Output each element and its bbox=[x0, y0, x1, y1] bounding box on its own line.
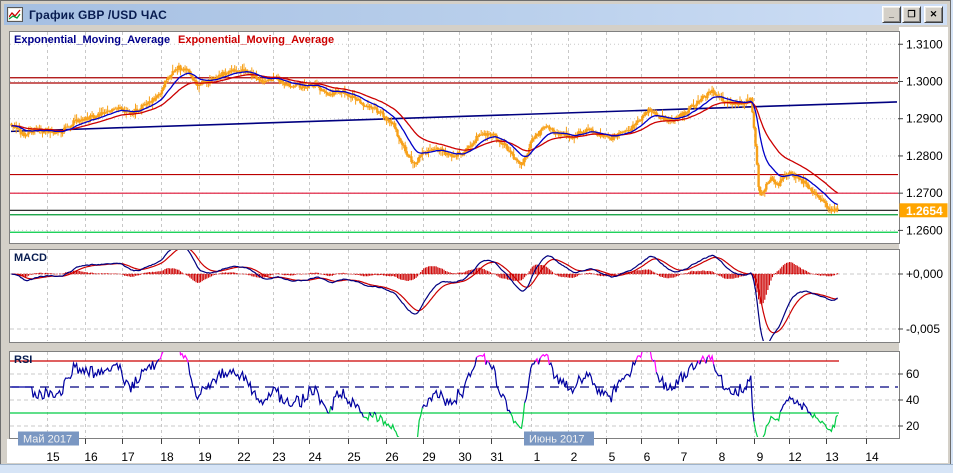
date-axis-label: 12 bbox=[788, 450, 802, 464]
date-axis-label: 17 bbox=[121, 450, 135, 464]
date-axis-label: 24 bbox=[308, 450, 322, 464]
price-axis-label: 1.2700 bbox=[906, 186, 943, 200]
date-axis-label: 25 bbox=[347, 450, 361, 464]
macd-axis-label: -0,005 bbox=[906, 322, 940, 336]
date-axis-label: 2 bbox=[571, 450, 578, 464]
macd-panel-label: MACD bbox=[14, 252, 47, 264]
date-axis-label: 5 bbox=[609, 450, 616, 464]
price-axis-label: 1.3000 bbox=[906, 74, 943, 88]
date-axis-label: 1 bbox=[534, 450, 541, 464]
date-axis-label: 23 bbox=[272, 450, 286, 464]
date-axis-label: 31 bbox=[490, 450, 504, 464]
chart-window[interactable]: 1.3100 1.3000 1.2900 1.2800 1.2700 1.2600 +0,0… bbox=[0, 0, 951, 465]
date-axis-label: 18 bbox=[160, 450, 174, 464]
rsi-axis-label: 20 bbox=[906, 419, 920, 433]
rsi-axis-label: 60 bbox=[906, 367, 920, 381]
date-axis-label: 14 bbox=[865, 450, 879, 464]
legend-ema-red: Exponential_Moving_Average bbox=[178, 34, 334, 46]
price-panel[interactable] bbox=[10, 32, 900, 244]
price-axis-label: 1.2600 bbox=[906, 223, 943, 237]
rsi-panel-label: RSI bbox=[14, 354, 32, 366]
date-axis-label: 7 bbox=[681, 450, 688, 464]
date-axis-label: 29 bbox=[422, 450, 436, 464]
month-label: Май 2017 bbox=[23, 434, 72, 446]
date-axis-label: 19 bbox=[198, 450, 212, 464]
rsi-axis-label: 40 bbox=[906, 393, 920, 407]
month-label: Июнь 2017 bbox=[529, 434, 585, 446]
date-axis-label: 6 bbox=[644, 450, 651, 464]
date-axis-label: 16 bbox=[84, 450, 98, 464]
date-axis-label: 30 bbox=[458, 450, 472, 464]
date-axis-label: 9 bbox=[757, 450, 764, 464]
date-axis-label: 26 bbox=[385, 450, 399, 464]
date-axis-label: 13 bbox=[825, 450, 839, 464]
chart-canvas[interactable]: 1.3100 1.3000 1.2900 1.2800 1.2700 1.2600 +0,0… bbox=[1, 1, 953, 466]
date-axis-label: 22 bbox=[237, 450, 251, 464]
mdi-background: 1.3100 1.3000 1.2900 1.2800 1.2700 1.2600 +0,0… bbox=[0, 0, 953, 473]
price-axis-label: 1.2800 bbox=[906, 149, 943, 163]
price-axis-label: 1.2900 bbox=[906, 112, 943, 126]
date-axis-label: 8 bbox=[719, 450, 726, 464]
price-axis-label: 1.3100 bbox=[906, 37, 943, 51]
current-price-label: 1.2654 bbox=[906, 204, 943, 218]
date-axis-label: 15 bbox=[46, 450, 60, 464]
legend-ema-blue: Exponential_Moving_Average bbox=[14, 34, 170, 46]
macd-axis-label: +0,000 bbox=[906, 267, 943, 281]
